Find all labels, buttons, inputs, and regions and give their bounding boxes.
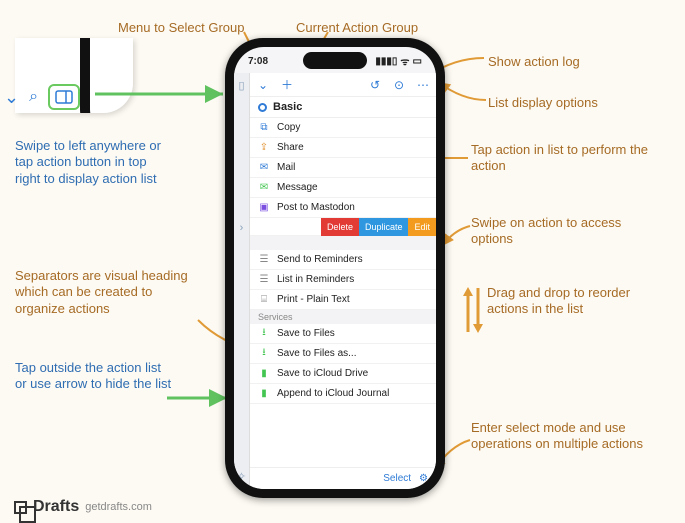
- anno-tap-outside: Tap outside the action list or use arrow…: [15, 360, 175, 393]
- list-item[interactable]: ▮Append to iCloud Journal: [250, 384, 436, 404]
- icloud-icon: ▮: [258, 368, 270, 379]
- list-footer: Select ⚙: [250, 467, 436, 489]
- list-item[interactable]: ▮Save to iCloud Drive: [250, 364, 436, 384]
- phone-frame: 7:08 ▮▮▮▯ ᯤ ▭ ▯ › ✧ ⌄ ＋ ↺ ⊙ ⋯: [225, 38, 445, 498]
- list-item[interactable]: ▣Post to Mastodon: [250, 198, 436, 218]
- list-options-icon[interactable]: ⋯: [416, 78, 430, 92]
- anno-drag-drop: Drag and drop to reorder actions in the …: [487, 285, 657, 318]
- group-label: Basic: [273, 101, 302, 113]
- group-menu-icon[interactable]: ⌄: [256, 78, 270, 92]
- group-dot-icon: [258, 103, 267, 112]
- search-icon[interactable]: ⌕: [29, 88, 38, 106]
- anno-current-group: Current Action Group: [296, 20, 418, 36]
- copy-icon: ⧉: [258, 122, 270, 133]
- anno-select-mode: Enter select mode and use operations on …: [471, 420, 651, 453]
- list-item[interactable]: ⌸Print - Plain Text: [250, 290, 436, 310]
- mail-icon: ✉: [258, 162, 270, 173]
- action-log-icon[interactable]: ⊙: [392, 78, 406, 92]
- swipe-duplicate-button[interactable]: Duplicate: [359, 218, 409, 236]
- anno-swipe-access: Swipe on action to access options: [471, 215, 641, 248]
- drafts-logo-icon: [14, 501, 27, 514]
- action-toolbar: ⌄ ＋ ↺ ⊙ ⋯: [250, 73, 436, 97]
- wifi-icon: ᯤ: [400, 54, 409, 68]
- list-item[interactable]: ☰List in Reminders: [250, 270, 436, 290]
- save-icon: ⭳: [258, 325, 270, 342]
- list-item[interactable]: ⭳Save to Files: [250, 324, 436, 344]
- signal-icon: ▮▮▮▯: [375, 56, 397, 67]
- battery-icon: ▭: [413, 56, 422, 67]
- message-icon: ✉: [258, 182, 270, 193]
- anno-show-log: Show action log: [488, 54, 580, 70]
- reorder-arrows-icon: [461, 284, 485, 336]
- brand-footer: Drafts getdrafts.com: [14, 498, 152, 516]
- mastodon-icon: ▣: [258, 202, 270, 213]
- brand-url: getdrafts.com: [85, 501, 152, 513]
- side-rail: ▯ › ✧: [234, 73, 250, 489]
- doc-icon[interactable]: ▯: [238, 79, 244, 92]
- status-time: 7:08: [248, 56, 268, 67]
- print-icon: ⌸: [258, 294, 270, 305]
- anno-tap-action: Tap action in list to perform the action: [471, 142, 651, 175]
- chevron-down-icon[interactable]: ⌄: [4, 87, 19, 108]
- separator: Services: [250, 310, 436, 324]
- dynamic-island: [303, 52, 367, 69]
- list-item[interactable]: ✉Mail: [250, 158, 436, 178]
- reminders-icon: ☰: [258, 254, 270, 265]
- pin-icon[interactable]: ✧: [237, 470, 246, 483]
- list-item[interactable]: ⭳Save to Files as...: [250, 344, 436, 364]
- group-header[interactable]: Basic: [250, 97, 436, 118]
- journal-icon: ▮: [258, 388, 270, 399]
- select-mode-button[interactable]: Select: [383, 473, 411, 484]
- list-item[interactable]: ⇪Share: [250, 138, 436, 158]
- list-icon: ☰: [258, 274, 270, 285]
- history-icon[interactable]: ↺: [368, 78, 382, 92]
- brand-name: Drafts: [33, 498, 79, 516]
- saveas-icon: ⭳: [258, 345, 270, 362]
- panel-toggle-icon[interactable]: [48, 84, 80, 110]
- operations-icon[interactable]: ⚙: [419, 473, 428, 484]
- share-icon: ⇪: [258, 142, 270, 153]
- anno-display-opts: List display options: [488, 95, 598, 111]
- phone-screen: 7:08 ▮▮▮▯ ᯤ ▭ ▯ › ✧ ⌄ ＋ ↺ ⊙ ⋯: [234, 47, 436, 489]
- anno-separators: Separators are visual heading which can …: [15, 268, 205, 317]
- swipe-delete-button[interactable]: Delete: [321, 218, 359, 236]
- anno-menu-select: Menu to Select Group: [118, 20, 244, 36]
- list-item[interactable]: ☰Send to Reminders: [250, 250, 436, 270]
- action-list: ⧉Copy ⇪Share ✉Mail ✉Message ▣Post to Mas…: [250, 118, 436, 467]
- swipe-actions: Delete Duplicate Edit: [321, 218, 436, 236]
- list-item[interactable]: ✉Message: [250, 178, 436, 198]
- anno-swipe-left: Swipe to left anywhere or tap action but…: [15, 138, 165, 187]
- swipe-edit-button[interactable]: Edit: [408, 218, 436, 236]
- list-item[interactable]: ⧉Copy: [250, 118, 436, 138]
- rail-chevron-icon[interactable]: ›: [240, 222, 244, 234]
- add-action-icon[interactable]: ＋: [280, 76, 294, 93]
